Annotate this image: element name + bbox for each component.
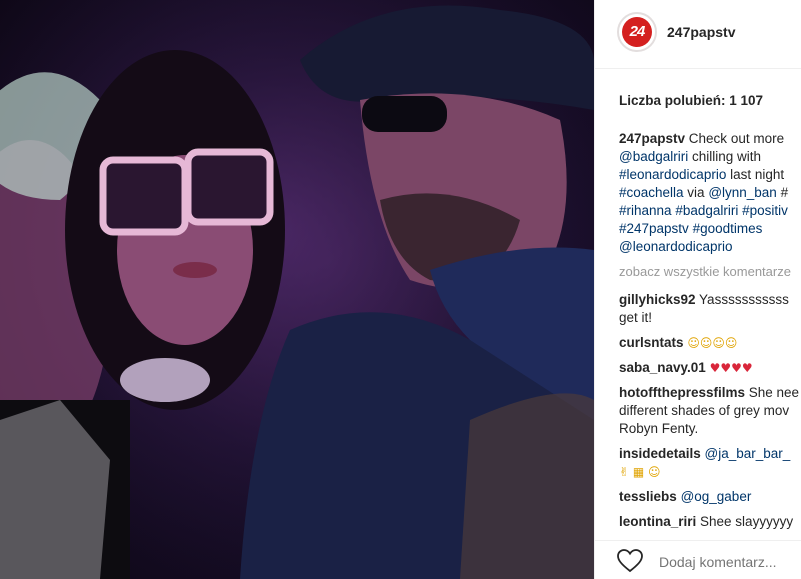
comment-text: Shee slayyyyyy xyxy=(696,514,794,529)
comment-line: saba_navy.01 ♥♥♥♥ xyxy=(619,359,801,377)
post-image xyxy=(0,0,594,579)
caption: 247papstv Check out more @badgalriri chil… xyxy=(619,130,801,256)
hashtag-link[interactable]: @lynn_ban xyxy=(708,185,777,200)
hashtag-link[interactable]: @leonardodicaprio xyxy=(619,239,733,254)
comment-username[interactable]: gillyhicks92 xyxy=(619,292,696,307)
caption-line: 247papstv Check out more xyxy=(619,130,801,148)
caption-line: #247papstv #goodtimes xyxy=(619,220,801,238)
hashtag-link[interactable]: #badgalriri xyxy=(675,203,738,218)
comment-username[interactable]: insidedetails xyxy=(619,446,701,461)
hashtag-link[interactable]: #coachella xyxy=(619,185,684,200)
comment-line: leontina_riri Shee slayyyyyy xyxy=(619,513,801,531)
comment-text: via xyxy=(683,185,709,200)
post-side-panel: 24 247papstv Liczba polubień: 1 107 247p… xyxy=(594,0,801,579)
comment-line: ✌ ▦ ☺ xyxy=(619,463,801,481)
comment-items: gillyhicks92 Yasssssssssss get it! curlsnt… xyxy=(619,291,801,531)
emoji-text: ☺☺☺☺ xyxy=(683,336,738,350)
comment-username[interactable]: tessliebs xyxy=(619,489,677,504)
comment-username[interactable]: leontina_riri xyxy=(619,514,696,529)
comment-text: last night xyxy=(726,167,785,182)
comment-footer xyxy=(595,540,801,579)
comment-username[interactable]: saba_navy.01 xyxy=(619,360,706,375)
hashtag-link[interactable]: @ja_bar_bar_ xyxy=(705,446,791,461)
avatar[interactable]: 24 xyxy=(617,12,657,52)
comment-text: She nee xyxy=(745,385,800,400)
hashtag-link[interactable]: @og_gaber xyxy=(681,489,752,504)
comment-item: gillyhicks92 Yasssssssssss get it! xyxy=(619,291,801,327)
caption-line: #leonardodicaprio last night xyxy=(619,166,801,184)
hashtag-link[interactable]: #goodtimes xyxy=(693,221,763,236)
brand-logo-icon: 24 xyxy=(622,17,652,47)
add-comment-input[interactable] xyxy=(657,553,801,571)
post-photo[interactable] xyxy=(0,0,594,579)
comment-text: Check out more xyxy=(688,131,785,146)
author-username[interactable]: 247papstv xyxy=(667,24,735,40)
hashtag-link[interactable]: #leonardodicaprio xyxy=(619,167,726,182)
comment-item: saba_navy.01 ♥♥♥♥ xyxy=(619,359,801,377)
comment-item: hotoffthepressfilms She nee different sha… xyxy=(619,384,801,438)
likes-count[interactable]: Liczba polubień: 1 107 xyxy=(619,93,763,108)
emoji-text: ✌ ▦ ☺ xyxy=(619,465,661,479)
comments-list: 247papstv Check out more @badgalriri chil… xyxy=(619,130,801,538)
caption-line: @leonardodicaprio xyxy=(619,238,801,256)
comment-item: leontina_riri Shee slayyyyyy xyxy=(619,513,801,531)
heart-outline-icon[interactable] xyxy=(617,549,643,573)
post-header: 24 247papstv xyxy=(595,0,801,69)
comment-text: get it! xyxy=(619,310,653,325)
comment-text: Yasssssssssss xyxy=(695,292,789,307)
comment-line: gillyhicks92 Yasssssssssss xyxy=(619,291,801,309)
emoji-text: ♥♥♥♥ xyxy=(705,361,753,375)
hashtag-link[interactable]: @badgalriri xyxy=(619,149,688,164)
hashtag-link[interactable]: #rihanna xyxy=(619,203,672,218)
comment-username[interactable]: curlsntats xyxy=(619,335,684,350)
comment-line: hotoffthepressfilms She nee xyxy=(619,384,801,402)
caption-line: @badgalriri chilling with xyxy=(619,148,801,166)
comment-line: Robyn Fenty. xyxy=(619,420,801,438)
comment-text: different shades of grey mov xyxy=(619,403,790,418)
caption-username[interactable]: 247papstv xyxy=(619,131,689,146)
comment-item: curlsntats ☺☺☺☺ xyxy=(619,334,801,352)
comment-line: get it! xyxy=(619,309,801,327)
caption-line: #coachella via @lynn_ban # xyxy=(619,184,801,202)
comment-item: tessliebs @og_gaber xyxy=(619,488,801,506)
comment-line: insidedetails @ja_bar_bar_ xyxy=(619,445,801,463)
comment-line: curlsntats ☺☺☺☺ xyxy=(619,334,801,352)
comment-item: insidedetails @ja_bar_bar_ ✌ ▦ ☺ xyxy=(619,445,801,481)
comment-text: # xyxy=(776,185,789,200)
caption-line: #rihanna #badgalriri #positiv xyxy=(619,202,801,220)
view-all-comments-link[interactable]: zobacz wszystkie komentarze xyxy=(619,263,801,281)
comment-line: different shades of grey mov xyxy=(619,402,801,420)
hashtag-link[interactable]: #247papstv xyxy=(619,221,689,236)
comment-text: chilling with xyxy=(688,149,762,164)
comment-text: Robyn Fenty. xyxy=(619,421,699,436)
comment-line: tessliebs @og_gaber xyxy=(619,488,801,506)
comment-username[interactable]: hotoffthepressfilms xyxy=(619,385,745,400)
hashtag-link[interactable]: #positiv xyxy=(742,203,788,218)
